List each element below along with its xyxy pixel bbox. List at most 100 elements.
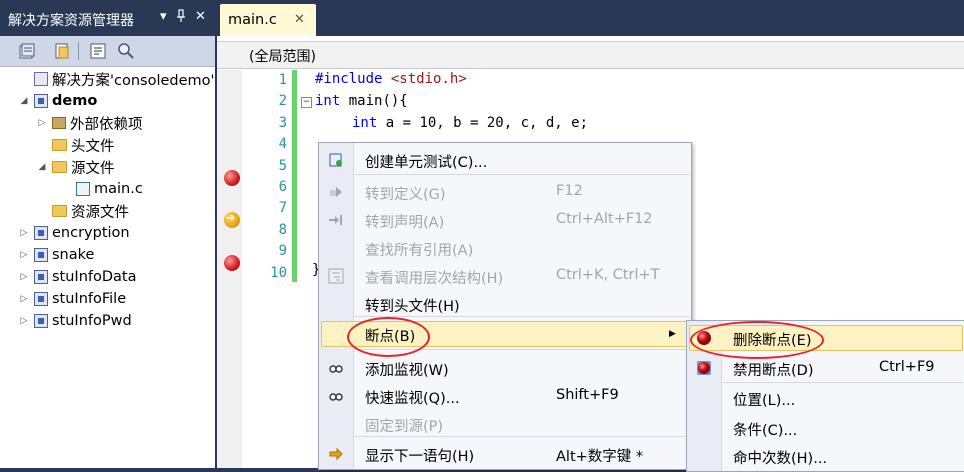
menu-item-label: 显示下一语句(H) [365,449,475,465]
context-menu-item[interactable]: 转到定义(G) F12 [319,178,691,206]
call-hierarchy-icon [328,268,344,284]
disable-breakpoint-icon [696,360,712,376]
menu-item-label: 快速监视(Q)... [365,391,460,407]
line-number: 6 [278,179,287,195]
scope-label: (全局范围) [249,49,316,65]
context-menu-item[interactable]: 查找所有引用(A) [319,234,691,262]
line-number: 2 [278,93,287,110]
tree-item[interactable]: ◢ 源文件 [36,156,115,178]
collapsed-arrow-icon[interactable]: ▷ [36,118,48,128]
submenu-item[interactable]: 命中次数(H)... [687,442,964,470]
close-icon[interactable]: ✕ [294,12,305,27]
folder-icon [52,205,67,217]
menu-item-label: 位置(L)... [733,393,796,409]
tree-item[interactable]: ▷ stuInfoData [18,266,137,288]
submenu-item[interactable]: 条件(C)... [687,414,964,442]
project-icon [34,292,48,306]
pin-icon[interactable] [176,9,186,27]
context-menu-item[interactable]: 创建单元测试(C)... [319,146,691,174]
submenu-item[interactable]: 禁用断点(D) Ctrl+F9 [687,354,964,382]
context-menu-item[interactable]: 转到声明(A) Ctrl+Alt+F12 [319,206,691,234]
tree-item-label: stuInfoFile [52,291,127,307]
submenu-arrow-icon: ▶ [669,329,676,339]
class-view-icon[interactable] [88,41,108,61]
menu-item-shortcut: Ctrl+K, Ctrl+T [556,267,660,283]
tree-item[interactable]: ▷ stuInfoPwd [18,310,132,332]
breakpoint-icon[interactable] [224,255,240,271]
menu-item-shortcut: Ctrl+Alt+F12 [556,211,653,227]
tree-item-label: encryption [52,225,130,241]
editor-context-menu: 创建单元测试(C)... 转到定义(G) F12 转到声明(A) Ctrl+Alt+F1… [318,142,692,470]
project-icon [34,314,48,328]
line-number: 1 [278,72,287,88]
collapsed-arrow-icon[interactable]: ▷ [18,294,30,304]
dropdown-icon[interactable]: ▾ [160,9,167,24]
show-all-files-icon[interactable] [52,41,72,61]
tree-item[interactable]: ▷ stuInfoFile [18,288,127,310]
go-to-declaration-icon [328,212,344,228]
breakpoint-gutter[interactable] [217,70,242,468]
collapse-icon[interactable]: − [301,97,312,108]
line-number: 4 [278,136,287,153]
collapsed-arrow-icon[interactable]: ▷ [18,316,30,326]
collapsed-arrow-icon[interactable]: ▷ [18,250,30,260]
solution-explorer-title-bar: 解决方案资源管理器 ▾ ✕ [0,0,215,36]
tree-item[interactable]: ▷ encryption [18,222,130,244]
properties-icon[interactable] [17,41,37,61]
folder-open-icon [52,161,67,173]
folder-icon [52,139,67,151]
solution-explorer-panel: 解决方案资源管理器 ▾ ✕ 解决方案'consoledemo' ◢ demo ▷ 外部依… [0,0,215,468]
menu-item-label: 转到声明(A) [365,215,445,231]
tree-item[interactable]: main.c [60,178,143,200]
menu-item-shortcut: F12 [556,183,583,199]
edit-indicator-bar [292,70,297,282]
unit-test-icon [328,152,344,168]
expanded-arrow-icon[interactable]: ◢ [18,96,30,106]
context-menu-item[interactable]: 查看调用层次结构(H) Ctrl+K, Ctrl+T [319,262,691,290]
menu-separator [355,174,689,175]
context-menu-item[interactable]: 固定到源(P) [319,410,691,438]
tree-item[interactable]: ▷ 外部依赖项 [36,112,143,134]
solution-tree: 解决方案'consoledemo' ◢ demo ▷ 外部依赖项 头文件 ◢ 源文件 main.… [0,68,215,468]
tree-item-label: main.c [94,181,143,197]
collapsed-arrow-icon[interactable]: ▷ [18,272,30,282]
menu-item-label: 命中次数(H)... [733,451,828,467]
tree-item-label: stuInfoPwd [52,313,132,329]
annotation-circle-breakpoint-menu [347,317,430,357]
line-number: 7 [278,200,287,217]
scope-dropdown[interactable]: (全局范围) [217,41,964,69]
expanded-arrow-icon[interactable]: ◢ [36,162,48,172]
project-icon [34,248,48,262]
tab-label: main.c [228,12,277,28]
context-menu-item[interactable]: 添加监视(W) [319,354,691,382]
tree-item-label: 源文件 [71,160,115,177]
project-icon [34,94,48,108]
references-icon [52,117,66,129]
menu-item-label: 固定到源(P) [365,419,444,435]
tree-item-label: demo [52,93,98,109]
breakpoint-icon[interactable] [224,170,240,186]
menu-item-label: 创建单元测试(C)... [365,155,488,171]
context-menu-item[interactable]: 转到头文件(H) [319,290,691,318]
tree-item-label: snake [52,247,95,263]
tree-item[interactable]: ◢ demo [18,90,98,112]
close-icon[interactable]: ✕ [195,9,206,24]
tree-item[interactable]: 资源文件 [36,200,129,222]
menu-item-label: 查找所有引用(A) [365,243,474,259]
collapsed-arrow-icon[interactable]: ▷ [18,228,30,238]
current-statement-icon[interactable] [224,211,240,228]
code-line-3: int a = 10, b = 20, c, d, e; [352,115,589,131]
search-icon[interactable] [116,41,136,61]
submenu-item[interactable]: 位置(L)... [687,384,964,412]
solution-icon [34,72,48,86]
context-menu-item[interactable]: 显示下一语句(H) Alt+数字键 * [319,440,691,468]
tab-main-c[interactable]: main.c ✕ [220,4,316,36]
context-menu-item[interactable]: 快速监视(Q)... Shift+F9 [319,382,691,410]
solution-explorer-title: 解决方案资源管理器 [8,13,134,29]
tree-item[interactable]: 解决方案'consoledemo' [18,68,215,90]
tree-item[interactable]: 头文件 [36,134,115,156]
tree-item[interactable]: ▷ snake [18,244,95,266]
watch-icon [328,360,344,376]
line-number: 5 [278,157,287,174]
tree-item-label: stuInfoData [52,269,137,285]
